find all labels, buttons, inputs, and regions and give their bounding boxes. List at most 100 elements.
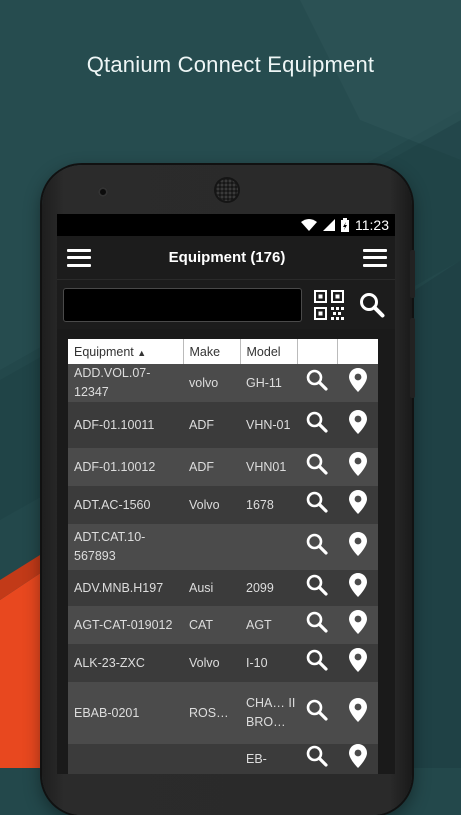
inspect-button[interactable] xyxy=(297,402,337,448)
hamburger-icon-line xyxy=(67,248,91,252)
locate-button[interactable] xyxy=(337,486,378,524)
model-cell: AGT xyxy=(240,606,297,644)
model-cell: 1678 xyxy=(240,486,297,524)
equipment-id-cell: ADV.MNB.H197 xyxy=(68,570,183,606)
table-row[interactable]: ADD.VOL.07-12347 volvo GH-11 xyxy=(68,364,378,402)
table-row[interactable]: ADV.MNB.H197 Ausi 2099 xyxy=(68,570,378,606)
table-row[interactable]: ADT.AC-1560 Volvo 1678 xyxy=(68,486,378,524)
search-input[interactable] xyxy=(63,287,303,322)
table-row[interactable]: ADF-01.10011 ADF VHN-01 xyxy=(68,402,378,448)
column-header-model[interactable]: Model xyxy=(240,339,298,364)
table-row[interactable]: AGT-CAT-019012 CAT AGT xyxy=(68,606,378,644)
inspect-button[interactable] xyxy=(297,606,337,644)
hamburger-icon-line xyxy=(363,256,387,259)
inspect-button[interactable] xyxy=(297,524,337,570)
hamburger-icon-line xyxy=(363,263,387,267)
map-pin-icon xyxy=(348,573,367,597)
qr-scan-button[interactable] xyxy=(312,288,345,322)
equipment-id-cell: AGT-CAT-019012 xyxy=(68,606,183,644)
map-pin-icon xyxy=(348,744,367,768)
locate-button[interactable] xyxy=(337,744,378,774)
map-pin-icon xyxy=(348,532,367,556)
speaker-grille xyxy=(216,179,238,201)
locate-button[interactable] xyxy=(337,570,378,606)
magnifier-icon xyxy=(306,533,328,555)
make-cell xyxy=(183,744,240,774)
inspect-button[interactable] xyxy=(297,570,337,606)
inspect-button[interactable] xyxy=(297,682,337,744)
equipment-id-cell: ADT.CAT.10-567893 xyxy=(68,524,183,570)
make-cell: CAT xyxy=(183,606,240,644)
phone-volume-button xyxy=(410,318,415,398)
phone-power-button xyxy=(410,250,415,298)
left-menu-button[interactable] xyxy=(67,248,91,267)
make-cell: volvo xyxy=(183,364,240,402)
map-pin-icon xyxy=(348,452,367,476)
model-cell: 2099 xyxy=(240,570,297,606)
equipment-id-cell: ALK-23-ZXC xyxy=(68,644,183,682)
equipment-table: Equipment ▲ Make Model ADD.VOL.07-12347 v… xyxy=(68,339,378,774)
column-header-locate xyxy=(337,339,378,364)
inspect-button[interactable] xyxy=(297,486,337,524)
equipment-id-cell: ADD.VOL.07-12347 xyxy=(68,364,183,402)
make-cell: Volvo xyxy=(183,644,240,682)
column-header-equipment[interactable]: Equipment ▲ xyxy=(68,339,184,364)
locate-button[interactable] xyxy=(337,364,378,402)
map-pin-icon xyxy=(348,698,367,722)
phone-frame: 11:23 Equipment (176) Equipment ▲ Make M… xyxy=(42,165,412,815)
search-button[interactable] xyxy=(356,288,389,322)
magnifier-icon xyxy=(306,453,328,475)
map-pin-icon xyxy=(348,610,367,634)
page-title: Equipment (176) xyxy=(168,249,286,266)
search-row xyxy=(57,280,395,329)
qr-code-icon xyxy=(313,289,344,320)
table-row[interactable]: EB- xyxy=(68,744,378,774)
right-menu-button[interactable] xyxy=(363,248,387,267)
table-row[interactable]: ADT.CAT.10-567893 xyxy=(68,524,378,570)
table-row[interactable]: ADF-01.10012 ADF VHN01 xyxy=(68,448,378,486)
camera-icon xyxy=(98,187,108,197)
inspect-button[interactable] xyxy=(297,364,337,402)
locate-button[interactable] xyxy=(337,682,378,744)
inspect-button[interactable] xyxy=(297,744,337,774)
hamburger-icon-line xyxy=(363,248,387,252)
map-pin-icon xyxy=(348,490,367,514)
map-pin-icon xyxy=(348,648,367,672)
inspect-button[interactable] xyxy=(297,448,337,486)
model-cell: GH-11 xyxy=(240,364,297,402)
equipment-id-cell xyxy=(68,744,183,774)
locate-button[interactable] xyxy=(337,524,378,570)
locate-button[interactable] xyxy=(337,402,378,448)
magnifier-icon xyxy=(306,491,328,513)
app-screen: 11:23 Equipment (176) Equipment ▲ Make M… xyxy=(57,214,395,774)
magnifier-icon xyxy=(306,574,328,596)
hamburger-icon-line xyxy=(67,256,91,259)
table-row[interactable]: ALK-23-ZXC Volvo I-10 xyxy=(68,644,378,682)
locate-button[interactable] xyxy=(337,644,378,682)
make-cell xyxy=(183,524,240,570)
column-header-inspect xyxy=(297,339,338,364)
magnifier-icon xyxy=(306,411,328,433)
magnifier-icon xyxy=(306,745,328,767)
wifi-icon xyxy=(301,219,317,231)
equipment-id-cell: ADF-01.10012 xyxy=(68,448,183,486)
equipment-id-cell: ADT.AC-1560 xyxy=(68,486,183,524)
hamburger-icon-line xyxy=(67,263,91,267)
magnifier-icon xyxy=(306,611,328,633)
equipment-table-container: Equipment ▲ Make Model ADD.VOL.07-12347 v… xyxy=(68,339,378,774)
equipment-id-cell: EBAB-0201 xyxy=(68,682,183,744)
table-row[interactable]: EBAB-0201 ROS… CHA… II BRO… xyxy=(68,682,378,744)
status-time: 11:23 xyxy=(355,217,389,233)
magnifier-icon xyxy=(306,369,328,391)
status-bar: 11:23 xyxy=(57,214,395,236)
sort-ascending-icon: ▲ xyxy=(137,347,147,358)
table-body: ADD.VOL.07-12347 volvo GH-11 ADF-01.10011 AD… xyxy=(68,364,378,774)
model-cell: VHN01 xyxy=(240,448,297,486)
locate-button[interactable] xyxy=(337,448,378,486)
locate-button[interactable] xyxy=(337,606,378,644)
make-cell: ROS… xyxy=(183,682,240,744)
column-header-make[interactable]: Make xyxy=(183,339,241,364)
model-cell: VHN-01 xyxy=(240,402,297,448)
equipment-id-cell: ADF-01.10011 xyxy=(68,402,183,448)
inspect-button[interactable] xyxy=(297,644,337,682)
